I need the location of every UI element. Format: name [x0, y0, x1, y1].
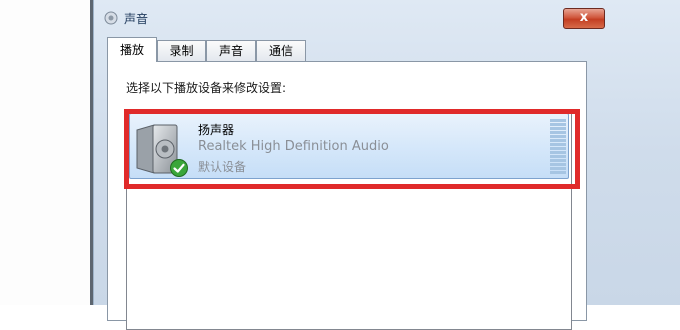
tab-panel: 选择以下播放设备来修改设置: 扬声器 Realtek High Definiti…	[107, 61, 587, 330]
tab-communications[interactable]: 通信	[256, 40, 306, 61]
instruction-text: 选择以下播放设备来修改设置:	[126, 81, 287, 95]
highlight-box	[124, 109, 580, 189]
window-title: 声音	[124, 12, 149, 26]
background-page	[0, 0, 92, 305]
sound-icon	[104, 11, 118, 25]
tab-sounds[interactable]: 声音	[206, 40, 256, 61]
tab-playback[interactable]: 播放	[107, 37, 157, 62]
tab-recording[interactable]: 录制	[157, 40, 206, 61]
close-button[interactable]: x	[563, 8, 605, 29]
